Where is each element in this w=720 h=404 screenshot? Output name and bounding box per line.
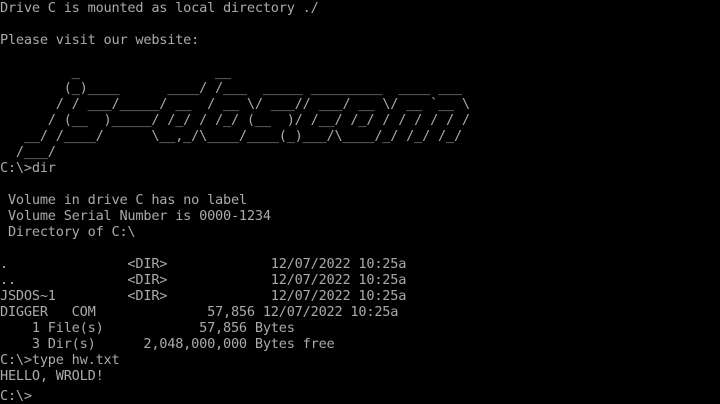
file-count-line: 1 File(s) 57,856 Bytes — [0, 320, 295, 336]
dos-terminal-screen[interactable]: Drive C is mounted as local directory ./… — [0, 0, 720, 404]
file-output: HELLO, WROLD! — [0, 368, 104, 384]
dir-entry: . <DIR> 12/07/2022 10:25a — [0, 256, 407, 272]
ascii-logo-line: / (__ )_____/ /_/ / /_/ (__ )/ /__/ /_/ … — [0, 112, 470, 128]
ascii-logo-line: / / ___/_____/ __ / __ \/ ___// ___/ __ … — [0, 96, 470, 112]
prompt-text: C:\> — [0, 388, 32, 404]
directory-of-line: Directory of C:\ — [0, 224, 136, 240]
ascii-logo-line: __/ /____/ \__,_/\____/____(_)___/\____/… — [0, 128, 462, 144]
volume-label-line: Volume in drive C has no label — [0, 192, 247, 208]
mount-message: Drive C is mounted as local directory ./ — [0, 0, 319, 16]
type-command: C:\>type hw.txt — [0, 352, 120, 368]
text-cursor — [32, 384, 40, 400]
dir-count-line: 3 Dir(s) 2,048,000,000 Bytes free — [0, 336, 335, 352]
ascii-logo-line: /___/ — [0, 144, 56, 160]
ascii-logo-line: (_)____ ____/ /___ _____ _________ ____ … — [0, 80, 462, 96]
dir-entry: DIGGER COM 57,856 12/07/2022 10:25a — [0, 304, 399, 320]
volume-serial-line: Volume Serial Number is 0000-1234 — [0, 208, 271, 224]
website-prompt: Please visit our website: — [0, 32, 200, 48]
dir-entry: JSDOS~1 <DIR> 12/07/2022 10:25a — [0, 288, 407, 304]
dir-command: C:\>dir — [0, 160, 56, 176]
dir-entry: .. <DIR> 12/07/2022 10:25a — [0, 272, 407, 288]
ascii-logo-line: _ __ — [0, 64, 232, 80]
command-prompt[interactable]: C:\> — [0, 384, 40, 404]
